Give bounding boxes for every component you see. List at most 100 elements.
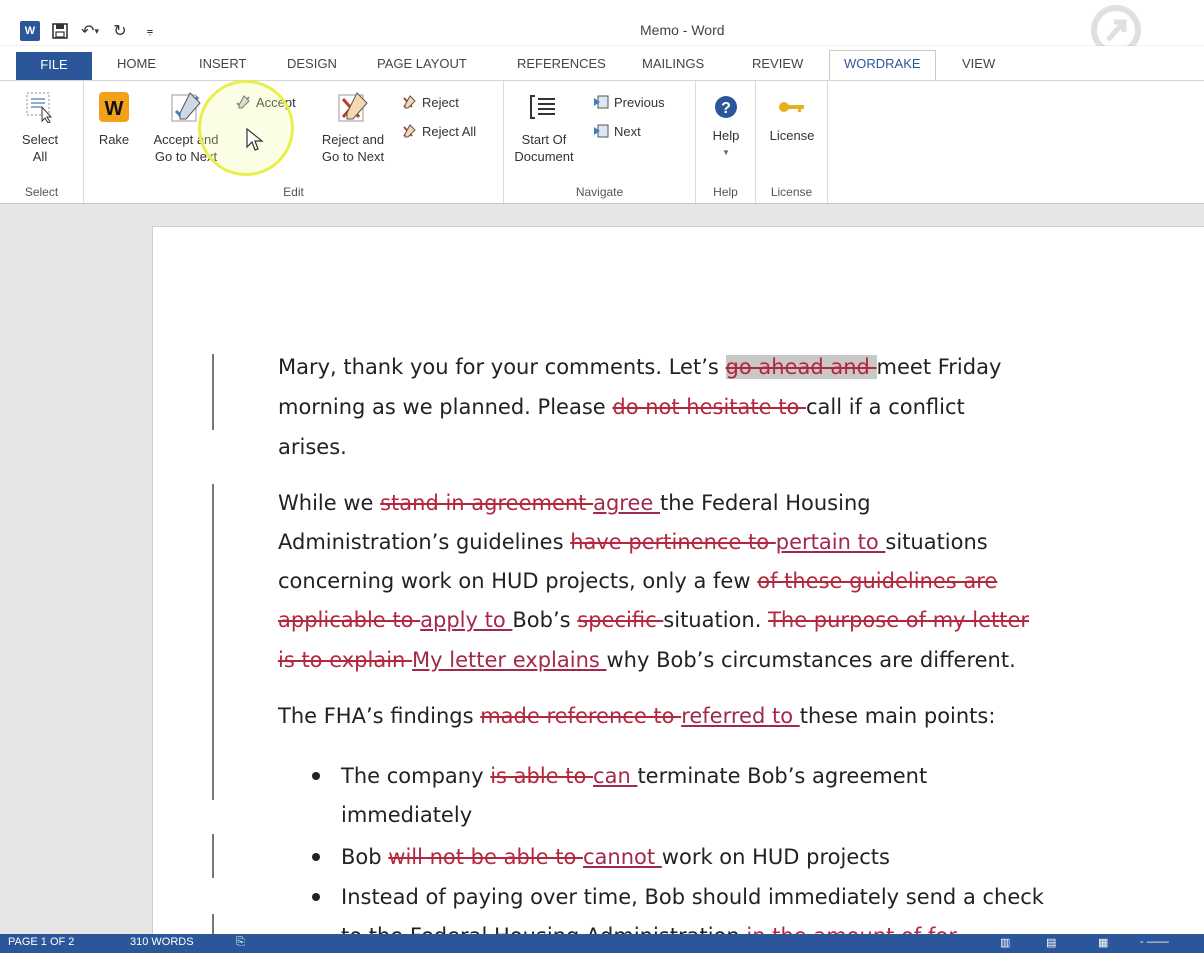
- title-bar: W ↶ ▾ ↻ ⩦ Memo - Word: [0, 0, 1204, 61]
- tab-view[interactable]: VIEW: [962, 54, 995, 78]
- text-run: these main points:: [799, 704, 996, 728]
- text-run: immediately: [341, 803, 473, 827]
- deleted-text: of these guidelines are: [757, 569, 998, 593]
- doc-line[interactable]: arises.: [278, 428, 347, 467]
- next-icon: [592, 122, 610, 140]
- reject-and-next-icon: [335, 89, 371, 125]
- list-item[interactable]: The company is able to can terminate Bob…: [341, 757, 927, 796]
- help-label: Help: [712, 128, 740, 143]
- inserted-text: cannot: [583, 845, 662, 869]
- proofing-icon[interactable]: ⎘: [236, 936, 245, 949]
- deleted-text: have pertinence to: [570, 530, 776, 554]
- doc-line[interactable]: Administration’s guidelines have pertine…: [278, 523, 988, 562]
- text-run: Bob: [341, 845, 389, 869]
- text-run: concerning work on HUD projects, only a …: [278, 569, 758, 593]
- group-select: Select All Select: [0, 81, 84, 203]
- ribbon-tabs: FILE HOME INSERT DESIGN PAGE LAYOUT REFE…: [0, 46, 1204, 80]
- change-bar: [212, 914, 214, 934]
- deleted-text: The purpose of my letter: [768, 608, 1030, 632]
- select-all-button[interactable]: Select All: [8, 89, 72, 165]
- doc-line[interactable]: The FHA’s findings made reference to ref…: [278, 697, 995, 736]
- doc-line[interactable]: concerning work on HUD projects, only a …: [278, 562, 997, 601]
- save-icon[interactable]: [50, 21, 70, 41]
- tab-mailings[interactable]: MAILINGS: [642, 54, 704, 78]
- inserted-text: My letter explains: [412, 648, 607, 672]
- select-all-icon: [22, 89, 58, 125]
- text-run: meet Friday: [876, 355, 1002, 379]
- rake-label: Rake: [98, 132, 130, 147]
- deleted-text: made reference to: [480, 704, 682, 728]
- start-of-document-icon: [526, 89, 562, 125]
- page-count[interactable]: PAGE 1 OF 2: [8, 936, 74, 948]
- group-navigate: Start Of Document Previous Next Navigate: [504, 81, 696, 203]
- deleted-text: specific: [577, 608, 664, 632]
- start-of-document-label-2: Document: [514, 149, 574, 164]
- word-count[interactable]: 310 WORDS: [130, 936, 194, 948]
- text-run: terminate Bob’s agreement: [637, 764, 928, 788]
- web-layout-icon[interactable]: ▦: [1098, 936, 1108, 949]
- help-group-label: Help: [713, 185, 738, 199]
- start-of-document-label-1: Start Of: [521, 132, 567, 147]
- help-icon: ?: [712, 93, 740, 121]
- window-title: Memo - Word: [640, 22, 725, 38]
- rake-button[interactable]: W Rake: [92, 89, 136, 148]
- redo-icon[interactable]: ↻: [110, 21, 130, 41]
- reject-icon: [400, 93, 418, 111]
- doc-line[interactable]: is to explain My letter explains why Bob…: [278, 641, 1016, 680]
- tab-references[interactable]: REFERENCES: [517, 54, 606, 78]
- next-label: Next: [614, 123, 641, 139]
- inserted-text: referred to: [681, 704, 800, 728]
- zoom-slider[interactable]: - ——: [1140, 936, 1169, 948]
- doc-line[interactable]: Mary, thank you for your comments. Let’s…: [278, 348, 1001, 387]
- reject-button[interactable]: Reject: [400, 93, 459, 111]
- tab-design[interactable]: DESIGN: [287, 54, 337, 78]
- quick-access-toolbar: W ↶ ▾ ↻ ⩦: [20, 20, 160, 42]
- print-layout-icon[interactable]: ▤: [1046, 936, 1056, 949]
- previous-button[interactable]: Previous: [592, 93, 665, 111]
- license-button[interactable]: License: [762, 93, 822, 144]
- ribbon: Select All Select W Rake Accept and Go t…: [0, 80, 1204, 204]
- list-item[interactable]: Instead of paying over time, Bob should …: [341, 878, 1044, 917]
- select-all-label-1: Select: [21, 132, 59, 147]
- next-button[interactable]: Next: [592, 122, 641, 140]
- deleted-text: go ahead and: [725, 355, 877, 379]
- text-run: Bob’s: [512, 608, 578, 632]
- text-run: The FHA’s findings: [278, 704, 481, 728]
- deleted-text: stand in agreement: [380, 491, 594, 515]
- inserted-text: can: [593, 764, 638, 788]
- list-item[interactable]: Bob will not be able to cannot work on H…: [341, 838, 890, 877]
- tab-insert[interactable]: INSERT: [199, 54, 246, 78]
- edit-group-label: Edit: [283, 185, 304, 199]
- help-button[interactable]: ? Help ▼: [700, 93, 752, 161]
- help-dropdown-icon[interactable]: ▼: [700, 144, 752, 161]
- group-edit: W Rake Accept and Go to Next Accept Reje…: [84, 81, 504, 203]
- reject-and-next-button[interactable]: Reject and Go to Next: [310, 89, 396, 165]
- change-bar: [212, 354, 214, 430]
- inserted-text: agree: [593, 491, 660, 515]
- svg-text:W: W: [105, 98, 124, 120]
- doc-line[interactable]: applicable to apply to Bob’s specific si…: [278, 601, 1029, 640]
- reject-all-button[interactable]: Reject All: [400, 122, 476, 140]
- tab-page-layout[interactable]: PAGE LAYOUT: [377, 54, 467, 78]
- reject-and-next-label-2: Go to Next: [321, 149, 385, 164]
- text-run: call if a conflict: [805, 395, 965, 419]
- start-of-document-button[interactable]: Start Of Document: [508, 89, 580, 165]
- read-mode-icon[interactable]: ▥: [1000, 936, 1010, 949]
- doc-line[interactable]: While we stand in agreement agree the Fe…: [278, 484, 871, 523]
- status-bar: PAGE 1 OF 2 310 WORDS ⎘ ▥ ▤ ▦ - ——: [0, 934, 1204, 953]
- undo-icon[interactable]: ↶ ▾: [80, 21, 100, 41]
- list-item-continuation[interactable]: immediately: [341, 796, 472, 835]
- doc-line[interactable]: morning as we planned. Please do not hes…: [278, 388, 965, 427]
- text-run: work on HUD projects: [661, 845, 890, 869]
- word-window: W ↶ ▾ ↻ ⩦ Memo - Word FILE HOME INSERT DE…: [0, 0, 1204, 953]
- reject-and-next-label-1: Reject and: [321, 132, 385, 147]
- text-run: Administration’s guidelines: [278, 530, 571, 554]
- tab-file[interactable]: FILE: [16, 52, 92, 80]
- word-app-icon[interactable]: W: [20, 21, 40, 41]
- customize-qat-icon[interactable]: ⩦: [140, 21, 160, 41]
- tab-review[interactable]: REVIEW: [752, 54, 803, 78]
- tab-wordrake[interactable]: WORDRAKE: [829, 50, 936, 80]
- svg-text:?: ?: [721, 100, 731, 117]
- tab-home[interactable]: HOME: [117, 54, 156, 78]
- text-run: Instead of paying over time, Bob should …: [341, 885, 1044, 909]
